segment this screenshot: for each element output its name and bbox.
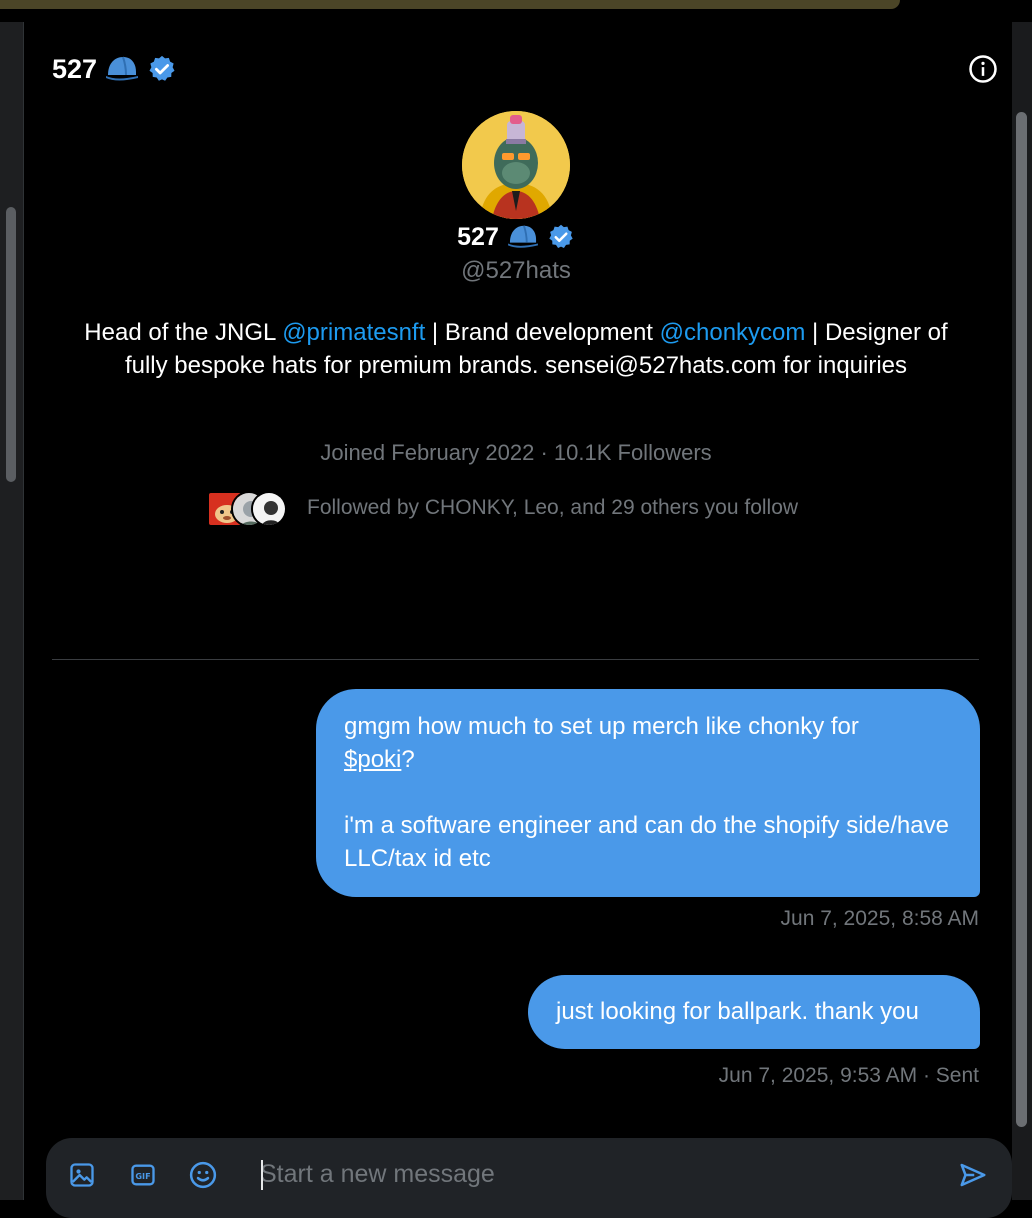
joined-followers-line: Joined February 2022 · 10.1K Followers bbox=[320, 440, 712, 465]
emoji-icon[interactable] bbox=[186, 1158, 220, 1192]
header-title: 527 bbox=[52, 53, 98, 84]
divider bbox=[52, 659, 979, 660]
gif-icon[interactable]: GIF bbox=[126, 1158, 160, 1192]
message-bubble-sent[interactable]: gmgm how much to set up merch like chonk… bbox=[316, 689, 980, 897]
cashtag-link[interactable]: $poki bbox=[344, 746, 401, 773]
message-text: i'm a software engineer and can do the s… bbox=[344, 812, 949, 872]
browser-top-strip bbox=[0, 0, 1032, 22]
message-text: just looking for ballpark. thank you bbox=[556, 998, 919, 1025]
mention-link-primatesnft[interactable]: @primatesnft bbox=[282, 319, 425, 346]
followed-by-row[interactable]: Followed by CHONKY, Leo, and 29 others y… bbox=[207, 488, 798, 528]
cap-emoji-icon bbox=[507, 223, 539, 251]
message-text-line: $poki? bbox=[344, 743, 952, 776]
message-bubble-sent[interactable]: just looking for ballpark. thank you bbox=[528, 975, 980, 1049]
verified-badge-icon bbox=[147, 54, 177, 84]
follower-avatars bbox=[207, 488, 289, 528]
conversation-header[interactable]: 527 bbox=[52, 52, 177, 86]
text-caret bbox=[261, 1160, 263, 1190]
message-timestamp: Jun 7, 2025, 9:53 AM · Sent bbox=[718, 1064, 979, 1087]
profile-name: 527 bbox=[457, 222, 499, 251]
message-text: ? bbox=[401, 746, 415, 773]
followed-by-text: Followed by CHONKY, Leo, and 29 others y… bbox=[307, 496, 799, 519]
profile-bio: Head of the JNGL @primatesnft | Brand de… bbox=[76, 316, 956, 382]
message-text: gmgm how much to set up merch like chonk… bbox=[344, 713, 859, 740]
info-icon bbox=[969, 55, 997, 83]
info-button[interactable] bbox=[966, 52, 1000, 86]
bio-text: | Brand development bbox=[425, 319, 660, 346]
profile-handle[interactable]: @527hats bbox=[0, 257, 1032, 285]
mention-link-chonkycom[interactable]: @chonkycom bbox=[660, 319, 806, 346]
image-icon[interactable] bbox=[65, 1158, 99, 1192]
bio-text: Head of the JNGL bbox=[84, 319, 283, 346]
svg-text:GIF: GIF bbox=[135, 1171, 150, 1181]
cap-emoji-icon bbox=[105, 54, 139, 84]
browser-tab-bar bbox=[0, 0, 900, 9]
message-timestamp: Jun 7, 2025, 8:58 AM bbox=[780, 907, 979, 930]
right-scrollbar-track bbox=[1012, 22, 1032, 1200]
verified-badge-icon bbox=[547, 223, 575, 251]
message-composer: GIF bbox=[46, 1138, 1012, 1218]
left-sidebar bbox=[0, 22, 24, 1200]
profile-name-row[interactable]: 527 bbox=[0, 219, 1032, 255]
message-input[interactable] bbox=[260, 1156, 940, 1192]
send-icon[interactable] bbox=[956, 1158, 990, 1192]
follower-avatar bbox=[251, 491, 287, 527]
profile-avatar[interactable] bbox=[462, 111, 570, 219]
